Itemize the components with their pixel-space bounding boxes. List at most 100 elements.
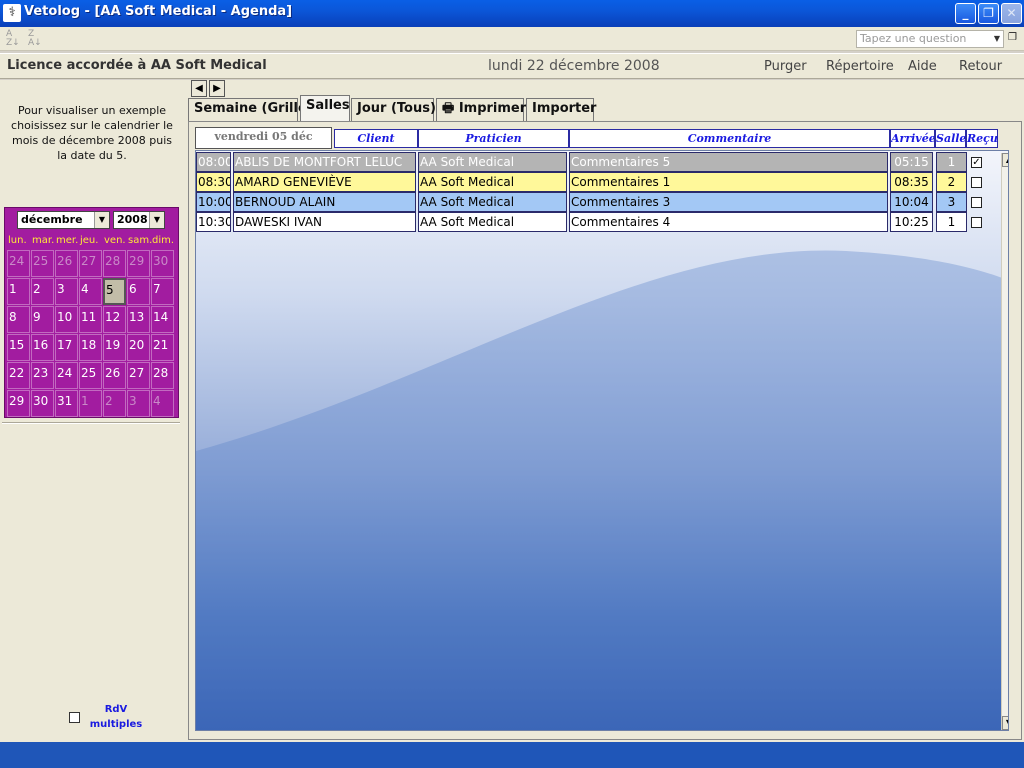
- col-praticien[interactable]: Praticien: [418, 129, 569, 148]
- row-commentaire[interactable]: Commentaires 4: [569, 212, 888, 232]
- calendar-day[interactable]: 18: [79, 334, 102, 361]
- calendar-day[interactable]: 16: [31, 334, 54, 361]
- tab-imprimer[interactable]: 🖶 Imprimer: [436, 98, 526, 121]
- recu-checkbox[interactable]: [971, 177, 982, 188]
- calendar-day[interactable]: 31: [55, 390, 78, 417]
- row-commentaire[interactable]: Commentaires 1: [569, 172, 888, 192]
- row-praticien[interactable]: AA Soft Medical: [418, 192, 567, 212]
- row-salle[interactable]: 2: [936, 172, 967, 192]
- calendar-day[interactable]: 28: [151, 362, 174, 389]
- calendar-day[interactable]: 24: [7, 250, 30, 277]
- calendar-day[interactable]: 21: [151, 334, 174, 361]
- row-praticien[interactable]: AA Soft Medical: [418, 152, 567, 172]
- tab-jour[interactable]: Jour (Tous): [351, 98, 436, 121]
- calendar-day[interactable]: 6: [127, 278, 150, 305]
- row-praticien[interactable]: AA Soft Medical: [418, 172, 567, 192]
- calendar-day[interactable]: 27: [127, 362, 150, 389]
- tab-importer[interactable]: Importer: [526, 98, 596, 121]
- chevron-down-icon[interactable]: ▼: [991, 31, 1003, 47]
- calendar-day[interactable]: 17: [55, 334, 78, 361]
- recu-checkbox[interactable]: [971, 197, 982, 208]
- rdv-multiples-checkbox[interactable]: [69, 712, 80, 723]
- calendar-day[interactable]: 3: [55, 278, 78, 305]
- tab-salles[interactable]: Salles: [300, 95, 350, 121]
- calendar-day[interactable]: 30: [31, 390, 54, 417]
- row-time[interactable]: 08:00: [196, 152, 231, 172]
- calendar-day[interactable]: 29: [7, 390, 30, 417]
- month-select[interactable]: décembre ▼: [17, 211, 110, 229]
- prev-arrow-icon[interactable]: ◀: [191, 80, 207, 97]
- close-button[interactable]: ✕: [1001, 3, 1022, 24]
- calendar-day[interactable]: 25: [79, 362, 102, 389]
- link-purger[interactable]: Purger: [764, 59, 807, 74]
- row-arrivee[interactable]: 05:15: [890, 152, 933, 172]
- calendar-day[interactable]: 30: [151, 250, 174, 277]
- row-time[interactable]: 10:00: [196, 192, 231, 212]
- row-client[interactable]: AMARD GENEVIÈVE: [233, 172, 416, 192]
- row-arrivee[interactable]: 10:25: [890, 212, 933, 232]
- link-repertoire[interactable]: Répertoire: [826, 59, 894, 74]
- calendar-day[interactable]: 26: [103, 362, 126, 389]
- row-arrivee[interactable]: 10:04: [890, 192, 933, 212]
- minimize-button[interactable]: _: [955, 3, 976, 24]
- calendar-day[interactable]: 25: [31, 250, 54, 277]
- col-recu[interactable]: Reçu: [966, 129, 998, 148]
- calendar-day[interactable]: 28: [103, 250, 126, 277]
- row-client[interactable]: BERNOUD ALAIN: [233, 192, 416, 212]
- calendar-day[interactable]: 9: [31, 306, 54, 333]
- chevron-down-icon[interactable]: ▼: [149, 212, 164, 228]
- row-arrivee[interactable]: 08:35: [890, 172, 933, 192]
- calendar-day[interactable]: 29: [127, 250, 150, 277]
- calendar-day[interactable]: 24: [55, 362, 78, 389]
- col-arrivee[interactable]: Arrivée: [890, 129, 935, 148]
- sort-az-icon[interactable]: A Z↓: [6, 30, 24, 48]
- calendar-day[interactable]: 2: [103, 390, 126, 417]
- recu-checkbox[interactable]: ✓: [971, 157, 982, 168]
- row-client[interactable]: DAWESKI IVAN: [233, 212, 416, 232]
- calendar-day[interactable]: 10: [55, 306, 78, 333]
- calendar-day[interactable]: 27: [79, 250, 102, 277]
- row-salle[interactable]: 1: [936, 212, 967, 232]
- row-salle[interactable]: 3: [936, 192, 967, 212]
- calendar-day[interactable]: 14: [151, 306, 174, 333]
- chevron-down-icon[interactable]: ▼: [94, 212, 109, 228]
- calendar-day[interactable]: 8: [7, 306, 30, 333]
- vertical-scrollbar[interactable]: ▲ ▼: [1001, 153, 1008, 730]
- row-commentaire[interactable]: Commentaires 3: [569, 192, 888, 212]
- row-time[interactable]: 10:30: [196, 212, 231, 232]
- link-retour[interactable]: Retour: [959, 59, 1002, 74]
- scroll-up-icon[interactable]: ▲: [1002, 153, 1008, 167]
- col-commentaire[interactable]: Commentaire: [569, 129, 890, 148]
- row-salle[interactable]: 1: [936, 152, 967, 172]
- restore-button[interactable]: ❐: [978, 3, 999, 24]
- col-salle[interactable]: Salle: [935, 129, 966, 148]
- row-commentaire[interactable]: Commentaires 5: [569, 152, 888, 172]
- recu-checkbox[interactable]: [971, 217, 982, 228]
- calendar-day[interactable]: 5: [103, 278, 126, 305]
- calendar-day[interactable]: 7: [151, 278, 174, 305]
- calendar-day[interactable]: 4: [79, 278, 102, 305]
- calendar-day[interactable]: 20: [127, 334, 150, 361]
- scroll-down-icon[interactable]: ▼: [1002, 716, 1008, 730]
- restore-doc-icon[interactable]: ❐: [1008, 32, 1020, 44]
- calendar-day[interactable]: 3: [127, 390, 150, 417]
- next-arrow-icon[interactable]: ▶: [209, 80, 225, 97]
- calendar-day[interactable]: 1: [79, 390, 102, 417]
- calendar-day[interactable]: 1: [7, 278, 30, 305]
- calendar-day[interactable]: 2: [31, 278, 54, 305]
- calendar-day[interactable]: 19: [103, 334, 126, 361]
- col-client[interactable]: Client: [334, 129, 418, 148]
- help-question-input[interactable]: Tapez une question ▼: [856, 30, 1004, 48]
- row-time[interactable]: 08:30: [196, 172, 231, 192]
- calendar-day[interactable]: 22: [7, 362, 30, 389]
- link-aide[interactable]: Aide: [908, 59, 937, 74]
- sort-za-icon[interactable]: Z A↓: [28, 30, 46, 48]
- row-praticien[interactable]: AA Soft Medical: [418, 212, 567, 232]
- calendar-day[interactable]: 13: [127, 306, 150, 333]
- calendar-day[interactable]: 4: [151, 390, 174, 417]
- calendar-day[interactable]: 26: [55, 250, 78, 277]
- calendar-day[interactable]: 11: [79, 306, 102, 333]
- calendar-day[interactable]: 12: [103, 306, 126, 333]
- calendar-day[interactable]: 23: [31, 362, 54, 389]
- row-client[interactable]: ABLIS DE MONTFORT LELUC: [233, 152, 416, 172]
